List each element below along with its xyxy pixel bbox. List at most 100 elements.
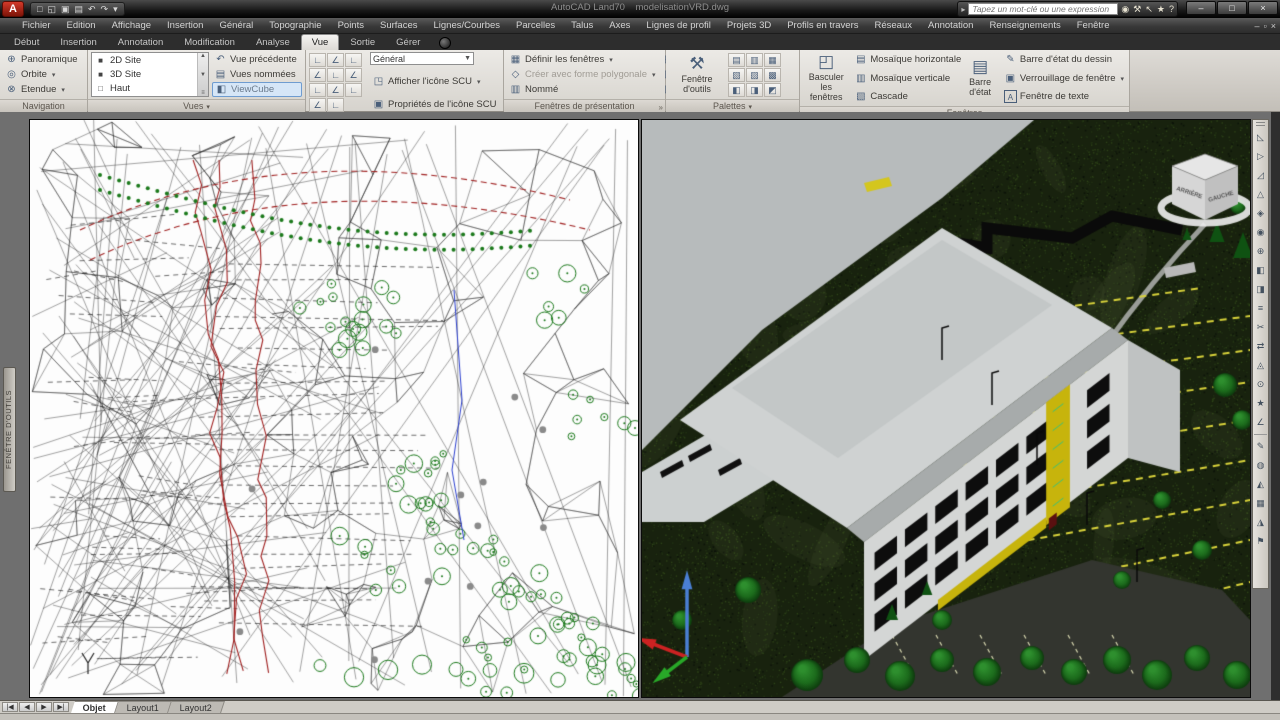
view-list-item-haut[interactable]: □ Haut	[92, 81, 208, 95]
tool-icon-3[interactable]: △	[1253, 185, 1268, 204]
viewport-3d-canvas[interactable]	[641, 119, 1251, 698]
drawing-status-bar-button[interactable]: ✎ Barre d'état du dessin	[1002, 52, 1126, 67]
menu-topographie[interactable]: Topographie	[261, 19, 329, 32]
tool-icon-11[interactable]: ⇄	[1253, 337, 1268, 356]
tool-icon-14[interactable]: ★	[1253, 394, 1268, 413]
orbit-button[interactable]: ◎ Orbite	[3, 67, 84, 82]
menu-parcelles[interactable]: Parcelles	[508, 19, 563, 32]
save-icon[interactable]: ▣	[59, 3, 72, 15]
scroll-down-icon[interactable]: ▼	[200, 72, 206, 78]
redo-icon[interactable]: ↷	[99, 3, 111, 15]
palette-tool-icon[interactable]: ◨	[746, 83, 763, 97]
tool-icon-21[interactable]: ⚑	[1253, 532, 1268, 551]
view-list-item-3d-site[interactable]: ■ 3D Site	[92, 67, 208, 81]
viewport-2d-canvas[interactable]	[29, 119, 639, 698]
ribbon-tab-début[interactable]: Début	[4, 35, 49, 50]
menu-affichage[interactable]: Affichage	[104, 19, 159, 32]
status-bar-button[interactable]: ▤ Barre d'état	[961, 52, 999, 104]
undo-icon[interactable]: ↶	[86, 3, 98, 15]
tool-palette-collapsed[interactable]: FENÊTRE D'OUTILS	[3, 367, 16, 492]
tile-horizontal-button[interactable]: ▤ Mosaïque horizontale	[852, 52, 961, 67]
layout-tab-layout2[interactable]: Layout2	[168, 701, 226, 713]
palette-tool-icon[interactable]: ▨	[746, 68, 763, 82]
define-viewports-button[interactable]: ▦ Définir les fenêtres	[507, 52, 658, 67]
ucs-tool-icon[interactable]: ∟	[345, 83, 362, 97]
favorites-icon[interactable]: ★	[1157, 2, 1165, 16]
tool-icon-7[interactable]: ◧	[1253, 261, 1268, 280]
tile-vertical-button[interactable]: ▥ Mosaïque verticale	[852, 71, 958, 86]
menu-profils-en-travers[interactable]: Profils en travers	[779, 19, 866, 32]
tool-icon-2[interactable]: ◿	[1253, 166, 1268, 185]
ucs-combo[interactable]: Général ▼	[370, 52, 474, 65]
palette-tool-icon[interactable]: ▧	[728, 68, 745, 82]
ribbon-tab-analyse[interactable]: Analyse	[246, 35, 300, 50]
open-file-icon[interactable]: ◱	[45, 3, 58, 15]
named-viewports-button[interactable]: ▥ Nommé	[507, 82, 658, 97]
menu-points[interactable]: Points	[330, 19, 372, 32]
views-listbox[interactable]: ■ 2D Site ■ 3D Site □ Haut ▲ ▼ ≡	[91, 52, 209, 97]
plot-icon[interactable]: ▤	[72, 3, 85, 15]
menu-lignes-de-profil[interactable]: Lignes de profil	[638, 19, 718, 32]
cascade-button[interactable]: ▧ Cascade	[852, 89, 958, 104]
tool-icon-13[interactable]: ⊙	[1253, 375, 1268, 394]
toolbar-grip[interactable]	[1256, 122, 1265, 126]
tool-icon-12[interactable]: ◬	[1253, 356, 1268, 375]
menu-edition[interactable]: Edition	[59, 19, 104, 32]
previous-view-button[interactable]: ↶ Vue précédente	[212, 52, 302, 67]
layout-next-button[interactable]: ▶	[36, 702, 52, 712]
ribbon-tab-sortie[interactable]: Sortie	[340, 35, 385, 50]
layout-prev-button[interactable]: ◀	[19, 702, 35, 712]
ucs-tool-icon[interactable]: ∟	[345, 53, 362, 67]
ucs-tool-icon[interactable]: ∠	[345, 68, 362, 82]
subscription-icon[interactable]: ⚒	[1133, 2, 1141, 16]
menu-insertion[interactable]: Insertion	[159, 19, 211, 32]
palette-tool-icon[interactable]: ◧	[728, 83, 745, 97]
menu-g-n-ral[interactable]: Général	[211, 19, 261, 32]
new-file-icon[interactable]: □	[35, 3, 44, 15]
palette-tool-icon[interactable]: ◩	[764, 83, 781, 97]
palette-tool-icon[interactable]: ▥	[746, 53, 763, 67]
ucs-tool-icon[interactable]: ∟	[309, 53, 326, 67]
layout-tab-objet[interactable]: Objet	[71, 701, 119, 713]
palette-tool-icon[interactable]: ▤	[728, 53, 745, 67]
show-ucs-icon-button[interactable]: ◳ Afficher l'icône SCU	[370, 74, 500, 89]
polygonal-viewport-button[interactable]: ◇ Créer avec forme polygonale	[507, 67, 658, 82]
tool-icon-17[interactable]: ◍	[1253, 456, 1268, 475]
menu-axes[interactable]: Axes	[601, 19, 638, 32]
doc-minimize-button[interactable]: –	[1255, 21, 1260, 31]
palette-tool-icon[interactable]: ▩	[764, 68, 781, 82]
tool-icon-5[interactable]: ◉	[1253, 223, 1268, 242]
viewcube-button[interactable]: ◧ ViewCube	[212, 82, 302, 97]
close-button[interactable]: ×	[1248, 1, 1278, 15]
tool-icon-9[interactable]: ≡	[1253, 299, 1268, 318]
doc-restore-button[interactable]: ▫	[1264, 21, 1267, 31]
layout-first-button[interactable]: |◀	[2, 702, 18, 712]
named-views-button[interactable]: ▤ Vues nommées	[212, 67, 302, 82]
menu-r-seaux[interactable]: Réseaux	[867, 19, 921, 32]
ucs-tool-icon[interactable]: ∠	[327, 83, 344, 97]
search-input[interactable]	[968, 3, 1119, 15]
tool-icon-20[interactable]: ◮	[1253, 513, 1268, 532]
infocenter-collapse-icon[interactable]: ▸	[961, 5, 965, 14]
ucs-tool-icon[interactable]: ∠	[309, 98, 326, 112]
ucs-tool-icon[interactable]: ∟	[327, 98, 344, 112]
tool-icon-6[interactable]: ⊕	[1253, 242, 1268, 261]
scroll-up-icon[interactable]: ▲	[200, 53, 206, 59]
pan-button[interactable]: ⊕ Panoramique	[3, 52, 84, 67]
command-line[interactable]: Commande: _.3dwireframe	[0, 713, 1280, 720]
viewport-lock-button[interactable]: ▣ Verrouillage de fenêtre	[1002, 71, 1126, 86]
search-dropdown-icon[interactable]: ◉	[1121, 2, 1129, 16]
doc-close-button[interactable]: ×	[1271, 21, 1276, 31]
layout-tab-layout1[interactable]: Layout1	[115, 701, 172, 713]
tool-icon-16[interactable]: ✎	[1253, 437, 1268, 456]
qat-dropdown-icon[interactable]: ▾	[111, 3, 120, 15]
menu-lignes-courbes[interactable]: Lignes/Courbes	[425, 19, 508, 32]
minimize-button[interactable]: –	[1186, 1, 1216, 15]
ribbon-tab-vue[interactable]: Vue	[300, 34, 340, 50]
palette-tool-icon[interactable]: ▦	[764, 53, 781, 67]
ribbon-tab-insertion[interactable]: Insertion	[50, 35, 106, 50]
workspace-menu-icon[interactable]	[439, 37, 452, 49]
view-list-item-2d-site[interactable]: ■ 2D Site	[92, 53, 208, 67]
tool-icon-10[interactable]: ✂	[1253, 318, 1268, 337]
views-list-scrollbar[interactable]: ▲ ▼ ≡	[197, 53, 208, 96]
